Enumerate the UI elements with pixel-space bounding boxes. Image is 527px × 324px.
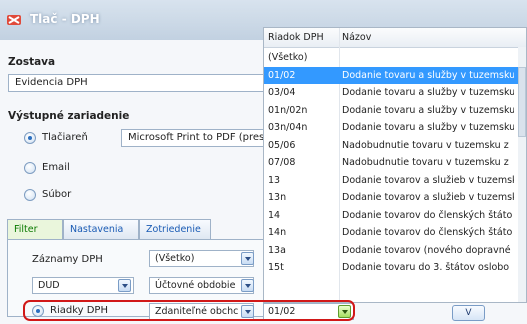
print-dialog: Tlač - DPH Zostava Evidencia DPH Výstupn… [0, 0, 527, 324]
list-item[interactable]: 14n Dodanie tovarov do členských štáto [264, 224, 518, 242]
obdobie-select[interactable]: Účtovné obdobie [149, 277, 254, 294]
zaznamy-label: Záznamy DPH [32, 254, 103, 265]
radio-email[interactable] [24, 162, 36, 174]
list-item[interactable]: 03/04 Dodanie tovaru a služby v tuzemsku [264, 84, 518, 102]
v-button[interactable]: V [452, 305, 485, 321]
radio-printer-label: Tlačiareň [42, 132, 88, 143]
dud-dropdown-icon[interactable] [118, 279, 131, 292]
zostava-field[interactable]: Evidencia DPH [8, 74, 266, 92]
column-header-nazov[interactable]: Názov [342, 32, 371, 43]
riadky-dph-dropdown-list: Riadok DPH Názov (Všetko) 01/02 Dodanie t… [263, 27, 527, 303]
tab-filter[interactable]: Filter [7, 219, 63, 239]
output-device-label: Výstupné zariadenie [8, 110, 130, 122]
zaznamy-dropdown-icon[interactable] [241, 252, 254, 265]
printer-select[interactable]: Microsoft Print to PDF (presm [121, 129, 266, 147]
radio-file-label: Súbor [42, 189, 72, 200]
app-icon [7, 15, 21, 25]
list-item[interactable]: 03n/04n Dodanie tovaru a služby v tuzemsk… [264, 119, 518, 137]
radio-printer[interactable] [24, 132, 36, 144]
list-item[interactable]: 13a Dodanie tovarov (nového dopravné [264, 242, 518, 260]
list-item[interactable]: 14 Dodanie tovarov do členských štáto [264, 207, 518, 225]
list-item[interactable]: 15t Dodanie tovaru do 3. štátov oslobo [264, 259, 518, 277]
list-scrollbar-thumb[interactable] [518, 67, 526, 137]
list-item[interactable]: 13n Dodanie tovarov a služieb v tuzemsk [264, 189, 518, 207]
list-item[interactable]: 07/08 Nadobudnutie tovaru v tuzemsku z [264, 154, 518, 172]
list-item[interactable]: 01n/02n Dodanie tovaru a služby v tuzemsk… [264, 102, 518, 120]
tab-zotriedenie[interactable]: Zotriedenie [139, 219, 211, 239]
zaznamy-select[interactable]: (Všetko) [149, 250, 254, 267]
radio-email-label: Email [42, 162, 70, 173]
zostava-label: Zostava [8, 56, 56, 68]
window-title: Tlač - DPH [30, 12, 100, 26]
column-header-riadok[interactable]: Riadok DPH [268, 32, 324, 43]
list-header: Riadok DPH Názov [264, 28, 526, 48]
list-scrollbar[interactable] [518, 47, 526, 302]
list-item[interactable]: (Všetko) [264, 49, 518, 67]
radio-file[interactable] [24, 189, 36, 201]
obdobie-dropdown-icon[interactable] [241, 279, 254, 292]
list-item[interactable]: 05/06 Nadobudnutie tovaru v tuzemsku z [264, 137, 518, 155]
tab-nastavenia[interactable]: Nastavenia [63, 219, 139, 239]
list-item[interactable]: 13 Dodanie tovarov a služieb v tuzemsk [264, 172, 518, 190]
list-item-selected[interactable]: 01/02 Dodanie tovaru a služby v tuzemsku [264, 66, 518, 84]
highlight-annotation [23, 300, 355, 321]
